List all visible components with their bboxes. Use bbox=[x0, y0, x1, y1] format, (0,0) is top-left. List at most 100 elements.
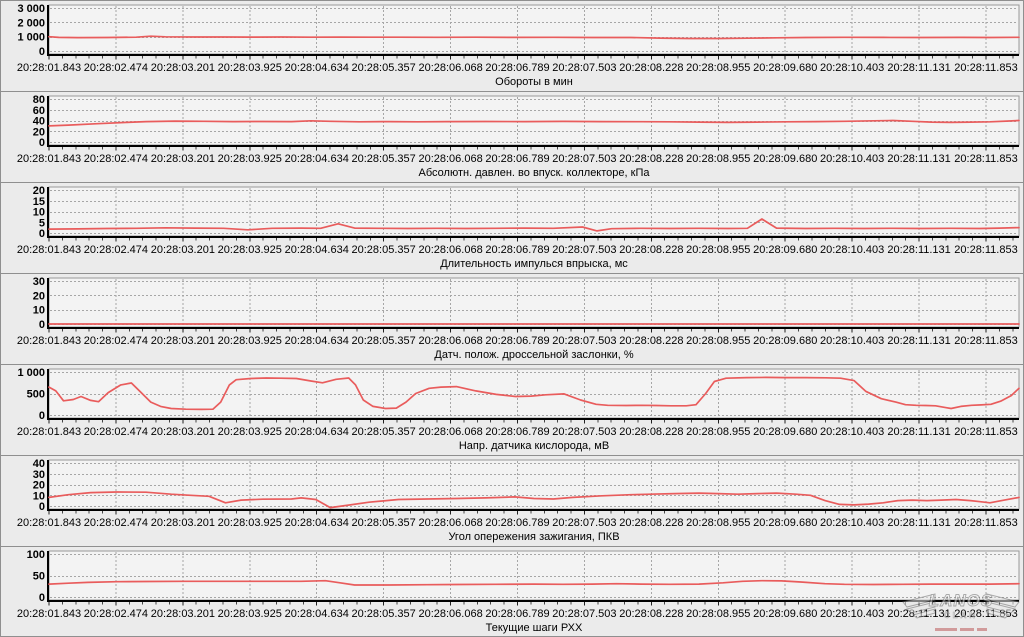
x-axis bbox=[47, 327, 1019, 329]
x-tick-label: 20:28:08.228 bbox=[619, 335, 683, 347]
x-tick-label: 20:28:08.228 bbox=[619, 608, 683, 620]
chart-title: Текущие шаги РХХ bbox=[486, 622, 583, 634]
x-tick-label: 20:28:07.503 bbox=[552, 426, 616, 438]
x-tick-label: 20:28:08.955 bbox=[686, 517, 750, 529]
x-tick-label: 20:28:09.680 bbox=[753, 153, 817, 165]
x-tick-label: 20:28:02.474 bbox=[84, 244, 148, 256]
x-tick-label: 20:28:06.789 bbox=[485, 608, 549, 620]
plot-area bbox=[48, 550, 1020, 601]
x-tick-label: 20:28:02.474 bbox=[84, 517, 148, 529]
x-tick-label: 20:28:11.853 bbox=[954, 517, 1017, 529]
x-tick-label: 20:28:02.474 bbox=[84, 426, 148, 438]
x-tick-label: 20:28:04.634 bbox=[285, 426, 349, 438]
x-tick-label: 20:28:06.789 bbox=[485, 426, 549, 438]
chart-panel: 30 20 10 0 20:28:01.843 20:28:02.474 20:28:03.… bbox=[0, 273, 1024, 364]
x-axis bbox=[47, 509, 1019, 511]
x-axis bbox=[47, 418, 1019, 420]
x-tick-label: 20:28:07.503 bbox=[552, 62, 616, 74]
y-tick-label: 10 bbox=[33, 305, 45, 317]
y-tick-label: 0 bbox=[39, 46, 45, 58]
chart-canvas: 100 50 0 20:28:01.843 20:28:02.474 20:28:03.2… bbox=[17, 549, 1020, 634]
x-tick-label: 20:28:03.201 bbox=[151, 153, 215, 165]
x-tick-label: 20:28:07.503 bbox=[552, 244, 616, 256]
chart-title: Абсолютн. давлен. во впуск. коллекторе, … bbox=[419, 167, 651, 179]
x-tick-label: 20:28:01.843 bbox=[17, 608, 81, 620]
x-tick-label: 20:28:08.228 bbox=[619, 426, 683, 438]
x-tick-label: 20:28:03.201 bbox=[151, 426, 215, 438]
x-tick-label: 20:28:05.357 bbox=[352, 517, 416, 529]
x-tick-label: 20:28:01.843 bbox=[17, 153, 81, 165]
x-tick-label: 20:28:07.503 bbox=[552, 153, 616, 165]
x-tick-label: 20:28:04.634 bbox=[285, 608, 349, 620]
y-axis bbox=[47, 96, 49, 147]
chart-canvas: 40302010020:28:01.843 20:28:02.474 20:28:0… bbox=[17, 458, 1020, 543]
chart-canvas: 2015105020:28:01.843 20:28:02.474 20:28:03… bbox=[17, 185, 1020, 270]
y-axis bbox=[47, 5, 49, 56]
x-tick-label: 20:28:03.925 bbox=[218, 335, 282, 347]
x-tick-label: 20:28:02.474 bbox=[84, 335, 148, 347]
x-tick-label: 20:28:08.228 bbox=[619, 62, 683, 74]
x-tick-label: 20:28:11.853 bbox=[954, 244, 1017, 256]
x-tick-label: 20:28:04.634 bbox=[285, 62, 349, 74]
y-tick-label: 30 bbox=[33, 276, 45, 288]
x-tick-label: 20:28:08.955 bbox=[686, 335, 750, 347]
plot-area bbox=[48, 368, 1020, 419]
x-tick-label: 20:28:03.925 bbox=[218, 426, 282, 438]
plot-area bbox=[48, 277, 1020, 328]
y-axis bbox=[47, 278, 49, 329]
y-tick-label: 0 bbox=[39, 501, 45, 513]
x-tick-label: 20:28:01.843 bbox=[17, 335, 81, 347]
x-tick-label: 20:28:06.068 bbox=[418, 335, 482, 347]
x-tick-label: 20:28:04.634 bbox=[285, 244, 349, 256]
x-tick-label: 20:28:11.131 bbox=[887, 426, 950, 438]
x-tick-label: 20:28:09.680 bbox=[753, 244, 817, 256]
x-tick-label: 20:28:09.680 bbox=[753, 517, 817, 529]
x-tick-label: 20:28:08.955 bbox=[686, 426, 750, 438]
x-tick-label: 20:28:11.853 bbox=[954, 608, 1017, 620]
y-tick-label: 1 000 bbox=[17, 367, 45, 379]
x-tick-label: 20:28:03.925 bbox=[218, 608, 282, 620]
x-tick-label: 20:28:05.357 bbox=[352, 62, 416, 74]
x-tick-label: 20:28:03.925 bbox=[218, 153, 282, 165]
x-tick-label: 20:28:03.201 bbox=[151, 608, 215, 620]
x-tick-label: 20:28:09.680 bbox=[753, 608, 817, 620]
x-tick-label: 20:28:03.201 bbox=[151, 244, 215, 256]
x-tick-label: 20:28:10.403 bbox=[820, 608, 884, 620]
x-tick-label: 20:28:06.789 bbox=[485, 335, 549, 347]
x-tick-label: 20:28:09.680 bbox=[753, 335, 817, 347]
x-tick-label: 20:28:08.228 bbox=[619, 244, 683, 256]
x-tick-label: 20:28:11.131 bbox=[887, 608, 950, 620]
y-axis bbox=[47, 551, 49, 602]
x-tick-label: 20:28:11.853 bbox=[954, 153, 1017, 165]
x-tick-label: 20:28:05.357 bbox=[352, 153, 416, 165]
diagnostic-log-charts: { "chart_data": { "type": "line", "legen… bbox=[0, 0, 1024, 637]
chart-panel: 100 50 0 20:28:01.843 20:28:02.474 20:28:03.2… bbox=[0, 546, 1024, 637]
x-tick-label: 20:28:01.843 bbox=[17, 244, 81, 256]
chart-panel-stack: 3 000 2 000 1 000 0 20:28:01.843 20:28:02.474… bbox=[0, 0, 1024, 637]
x-tick-label: 20:28:11.853 bbox=[954, 426, 1017, 438]
chart-canvas: 80604020020:28:01.843 20:28:02.474 20:28:0… bbox=[17, 94, 1020, 179]
x-tick-label: 20:28:03.925 bbox=[218, 244, 282, 256]
x-tick-label: 20:28:07.503 bbox=[552, 335, 616, 347]
x-tick-label: 20:28:08.955 bbox=[686, 608, 750, 620]
y-tick-label: 50 bbox=[33, 571, 45, 583]
x-tick-label: 20:28:11.131 bbox=[887, 517, 950, 529]
x-tick-label: 20:28:10.403 bbox=[820, 335, 884, 347]
plot-area bbox=[48, 459, 1020, 510]
x-tick-label: 20:28:11.131 bbox=[887, 244, 950, 256]
x-tick-label: 20:28:11.131 bbox=[887, 62, 950, 74]
y-tick-label: 0 bbox=[39, 410, 45, 422]
chart-panel: 80 60 40 20 0 20:28:01.843 20:28:02.474 20:28:0… bbox=[0, 91, 1024, 182]
chart-canvas: 3 000 2 000 1 000 0 20:28:01.843 20:28:02.474… bbox=[17, 3, 1020, 88]
x-tick-label: 20:28:10.403 bbox=[820, 244, 884, 256]
x-tick-label: 20:28:10.403 bbox=[820, 62, 884, 74]
x-tick-label: 20:28:10.403 bbox=[820, 517, 884, 529]
x-axis bbox=[47, 236, 1019, 238]
y-tick-label: 0 bbox=[39, 319, 45, 331]
chart-title: Длительность импулься впрыска, мс bbox=[440, 258, 628, 270]
x-tick-label: 20:28:08.955 bbox=[686, 244, 750, 256]
chart-title: Датч. полож. дроссельной заслонки, % bbox=[434, 349, 633, 361]
x-tick-label: 20:28:03.201 bbox=[151, 62, 215, 74]
x-tick-label: 20:28:06.068 bbox=[418, 62, 482, 74]
x-tick-label: 20:28:03.201 bbox=[151, 517, 215, 529]
